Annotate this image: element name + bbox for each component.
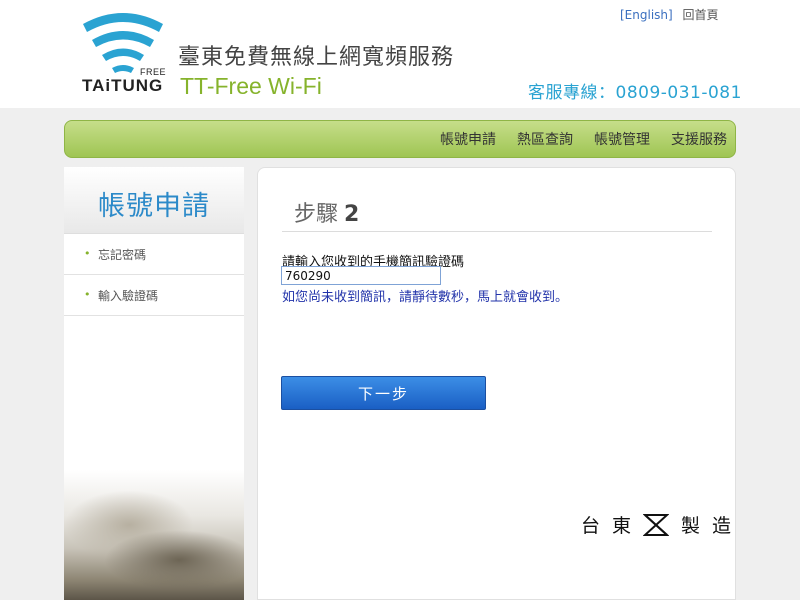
- step-label: 步驟: [294, 202, 339, 227]
- sidebar-header: 帳號申請: [64, 167, 244, 234]
- site-title-chinese: 臺東免費無線上網寬頻服務: [178, 45, 455, 70]
- brand-char-2: 東: [612, 515, 632, 537]
- verification-code-input[interactable]: [281, 266, 441, 285]
- nav-item-account-apply[interactable]: 帳號申請: [440, 129, 496, 149]
- english-link[interactable]: [English]: [620, 8, 673, 22]
- step-heading: 步驟 2: [294, 196, 359, 228]
- nav-item-hotspot-search[interactable]: 熱區查詢: [517, 129, 573, 149]
- main-content: 步驟2 請輸入您收到的手機簡訊驗證碼 如您尚未收到簡訊，請靜待數秒，馬上就會收到…: [257, 167, 736, 600]
- sidebar-item-enter-code[interactable]: • 輸入驗證碼: [64, 275, 244, 316]
- hourglass-icon: [643, 513, 670, 537]
- nav-item-account-manage[interactable]: 帳號管理: [594, 129, 650, 149]
- step-number: 2: [344, 202, 360, 227]
- sms-hint: 如您尚未收到簡訊，請靜待數秒，馬上就會收到。: [282, 290, 569, 305]
- home-link[interactable]: 回首頁: [683, 8, 719, 22]
- next-step-button[interactable]: 下一步: [281, 376, 486, 410]
- header: FREE TAiTUNG 臺東免費無線上網寬頻服務 TT-Free Wi-Fi …: [0, 0, 800, 108]
- bullet-icon: •: [84, 247, 91, 260]
- nav-item-support[interactable]: 支援服務: [671, 129, 727, 149]
- brand-char-1: 台: [581, 515, 601, 537]
- site-title-english: TT-Free Wi-Fi: [180, 73, 322, 99]
- main-nav: 帳號申請 熱區查詢 帳號管理 支援服務: [64, 120, 736, 158]
- top-links: [English] 回首頁: [620, 6, 719, 23]
- sidebar-photo: [64, 470, 244, 600]
- sidebar-item-forgot-password[interactable]: • 忘記密碼: [64, 234, 244, 275]
- bullet-icon: •: [84, 288, 91, 301]
- service-hotline: 客服專線：0809-031-081: [528, 83, 742, 103]
- sidebar-title: 帳號申請: [98, 191, 210, 222]
- brand-char-3: 製: [681, 515, 701, 537]
- divider: [282, 231, 712, 232]
- made-in-taitung-mark: 台 東 製 造: [581, 511, 731, 538]
- sidebar-item-label: 輸入驗證碼: [98, 289, 159, 303]
- sidebar: 帳號申請 • 忘記密碼 • 輸入驗證碼: [64, 167, 244, 600]
- brand-char-4: 造: [712, 515, 732, 537]
- logo-wordmark: TAiTUNG: [82, 76, 164, 95]
- sidebar-item-label: 忘記密碼: [98, 248, 147, 262]
